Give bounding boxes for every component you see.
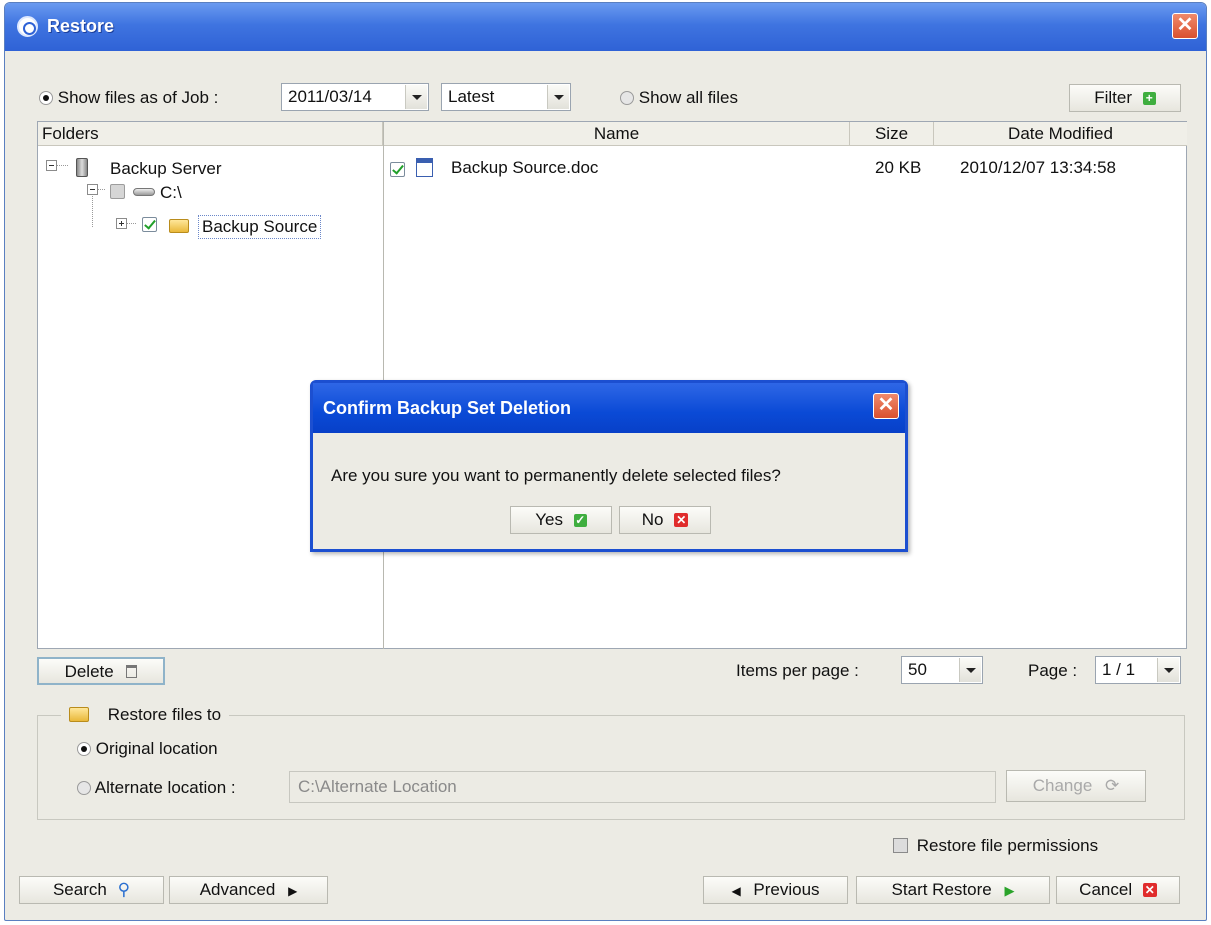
- search-icon: ⚲: [117, 880, 131, 899]
- restore-file-permissions-label: Restore file permissions: [916, 836, 1099, 855]
- show-files-as-of-job-radio[interactable]: Show files as of Job :: [39, 88, 218, 108]
- drive-icon: [133, 188, 155, 196]
- chevron-down-icon: [405, 85, 427, 109]
- cancel-button[interactable]: Cancel ✕: [1056, 876, 1180, 904]
- alternate-location-label: Alternate location :: [94, 778, 236, 797]
- page-value: 1 / 1: [1102, 660, 1136, 679]
- restore-to-legend-label: Restore files to: [107, 705, 222, 724]
- filter-button[interactable]: Filter +: [1069, 84, 1181, 112]
- restore-to-legend: Restore files to: [61, 705, 230, 725]
- original-location-radio[interactable]: Original location: [77, 739, 218, 759]
- show-all-files-radio[interactable]: Show all files: [620, 88, 738, 108]
- radio-selected-icon: [77, 742, 91, 756]
- yes-label: Yes: [535, 510, 563, 529]
- open-folder-icon: [69, 707, 89, 722]
- tree-label-backup-server: Backup Server: [110, 159, 222, 178]
- file-name: Backup Source.doc: [451, 158, 599, 177]
- advanced-button[interactable]: Advanced ▶: [169, 876, 328, 904]
- dialog-yes-button[interactable]: Yes ✓: [510, 506, 612, 534]
- chevron-left-icon: ◀: [731, 884, 741, 898]
- checkbox-icon: [893, 838, 908, 853]
- original-location-label: Original location: [95, 739, 218, 758]
- column-header-size[interactable]: Size: [850, 122, 934, 146]
- dialog-message: Are you sure you want to permanently del…: [331, 466, 781, 485]
- c-drive-checkbox[interactable]: [110, 184, 125, 199]
- file-date-modified: 2010/12/07 13:34:58: [960, 158, 1116, 177]
- dialog-titlebar: Confirm Backup Set Deletion ✕: [313, 383, 905, 433]
- plus-icon: +: [1142, 92, 1156, 105]
- folder-icon: [169, 219, 189, 233]
- search-button[interactable]: Search ⚲: [19, 876, 164, 904]
- items-per-page-value: 50: [908, 660, 927, 679]
- job-date-value: 2011/03/14: [288, 87, 372, 106]
- previous-label: Previous: [753, 880, 820, 899]
- dialog-title: Confirm Backup Set Deletion: [323, 398, 572, 418]
- job-version-select[interactable]: Latest: [441, 83, 571, 111]
- radio-unselected-icon: [620, 91, 634, 105]
- restore-to-group: [37, 715, 1185, 820]
- column-header-date-modified[interactable]: Date Modified: [934, 122, 1187, 146]
- chevron-down-icon: [959, 658, 981, 682]
- delete-button[interactable]: Delete: [37, 657, 165, 685]
- job-date-select[interactable]: 2011/03/14: [281, 83, 429, 111]
- show-files-as-of-job-label: Show files as of Job :: [57, 88, 219, 107]
- show-all-files-label: Show all files: [638, 88, 738, 107]
- check-icon: ✓: [573, 513, 587, 527]
- trash-icon: [126, 665, 138, 678]
- window-title: Restore: [47, 16, 115, 36]
- refresh-icon: ⟳: [1105, 776, 1120, 795]
- page-label: Page :: [1028, 661, 1078, 680]
- alternate-location-input[interactable]: C:\Alternate Location: [289, 771, 996, 803]
- file-row-checkbox[interactable]: [390, 162, 405, 177]
- page-select[interactable]: 1 / 1: [1095, 656, 1181, 684]
- dialog-no-button[interactable]: No ✕: [619, 506, 711, 534]
- chevron-down-icon: [547, 85, 569, 109]
- window-titlebar: Restore ✕: [5, 3, 1206, 51]
- radio-selected-icon: [39, 91, 53, 105]
- previous-button[interactable]: ◀ Previous: [703, 876, 848, 904]
- chevron-down-icon: [1157, 658, 1179, 682]
- start-restore-button[interactable]: Start Restore ▶: [856, 876, 1050, 904]
- items-per-page-select[interactable]: 50: [901, 656, 983, 684]
- alternate-location-radio[interactable]: Alternate location :: [77, 778, 236, 798]
- advanced-label: Advanced: [199, 880, 276, 899]
- cancel-label: Cancel: [1079, 880, 1133, 899]
- tree-label-c-drive: C:\: [160, 183, 182, 202]
- folders-header: Folders: [38, 122, 383, 146]
- change-button[interactable]: Change ⟳: [1006, 770, 1146, 802]
- change-label: Change: [1032, 776, 1093, 795]
- column-header-name[interactable]: Name: [384, 122, 850, 146]
- server-icon: [76, 158, 88, 177]
- delete-label: Delete: [64, 662, 114, 681]
- file-size: 20 KB: [875, 158, 922, 177]
- tree-label-backup-source: Backup Source: [198, 215, 322, 239]
- window-close-button[interactable]: ✕: [1172, 13, 1198, 39]
- radio-unselected-icon: [77, 781, 91, 795]
- chevron-right-icon: ▶: [288, 884, 298, 898]
- restore-app-icon: [17, 16, 38, 37]
- confirm-deletion-dialog: Confirm Backup Set Deletion ✕ Are you su…: [310, 380, 908, 552]
- start-restore-label: Start Restore: [891, 880, 992, 899]
- dialog-close-button[interactable]: ✕: [873, 393, 899, 419]
- play-icon: ▶: [1004, 883, 1015, 898]
- job-version-value: Latest: [448, 87, 495, 106]
- close-icon: ✕: [674, 513, 689, 527]
- no-label: No: [641, 510, 664, 529]
- restore-file-permissions-checkbox[interactable]: Restore file permissions: [893, 836, 1098, 856]
- close-icon: ✕: [1142, 883, 1157, 897]
- word-doc-icon: [416, 158, 433, 177]
- filter-label: Filter: [1094, 88, 1133, 107]
- backup-source-checkbox[interactable]: [142, 217, 157, 232]
- items-per-page-label: Items per page :: [736, 661, 859, 680]
- search-label: Search: [52, 880, 107, 899]
